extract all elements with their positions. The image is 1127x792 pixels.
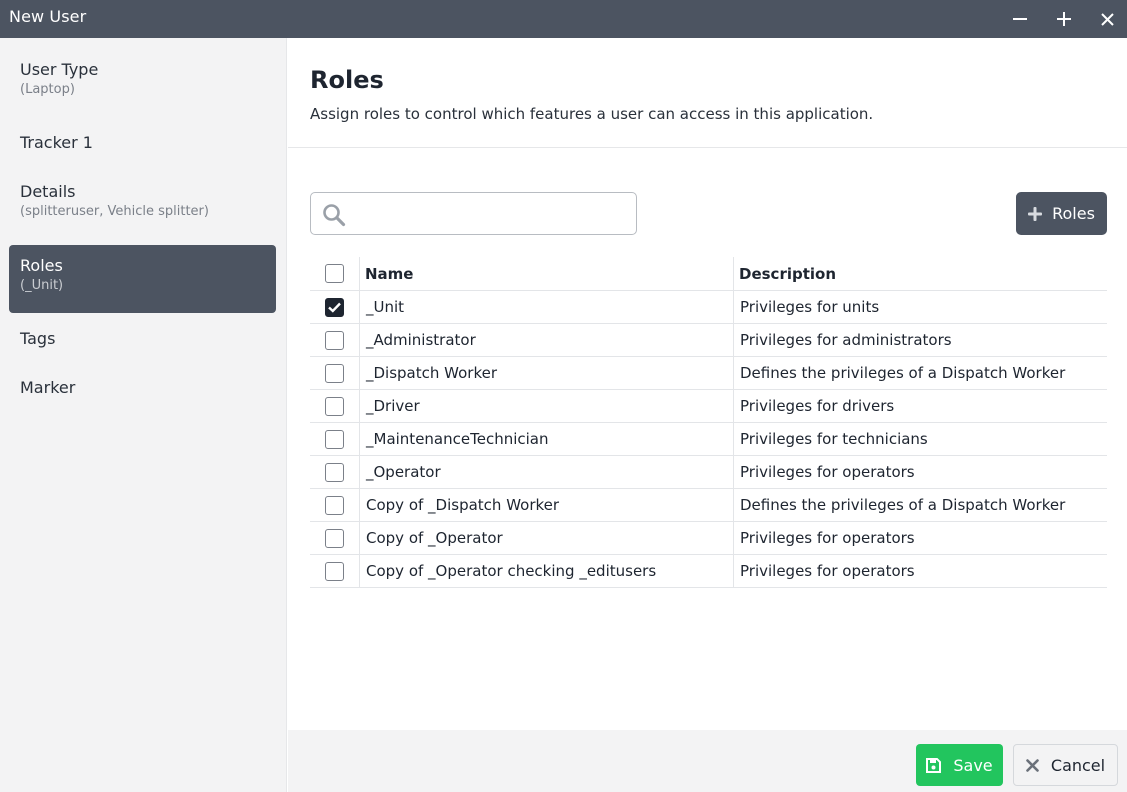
row-checkbox[interactable] bbox=[325, 462, 344, 482]
column-header-name[interactable]: Name bbox=[359, 257, 733, 290]
row-checkbox[interactable] bbox=[325, 297, 344, 317]
search-icon bbox=[323, 204, 346, 227]
row-checkbox[interactable] bbox=[325, 330, 344, 350]
role-description: Privileges for operators bbox=[733, 555, 1107, 587]
sidebar-item-label: Tags bbox=[20, 329, 56, 348]
sidebar-item-roles[interactable]: Roles (_Unit) bbox=[9, 245, 276, 313]
close-icon bbox=[1100, 12, 1114, 26]
title-bar: New User bbox=[0, 0, 1127, 38]
cancel-button[interactable]: Cancel bbox=[1013, 744, 1118, 786]
add-roles-label: Roles bbox=[1052, 204, 1095, 223]
sidebar-item-tracker[interactable]: Tracker 1 bbox=[9, 132, 276, 154]
role-name: _MaintenanceTechnician bbox=[359, 423, 733, 455]
sidebar-item-sublabel: (Laptop) bbox=[20, 82, 75, 97]
table-row[interactable]: Copy of _Operator Privileges for operato… bbox=[310, 522, 1107, 555]
role-name: _Administrator bbox=[359, 324, 733, 356]
row-checkbox[interactable] bbox=[325, 396, 344, 416]
row-checkbox[interactable] bbox=[325, 495, 344, 515]
role-name: _Unit bbox=[359, 291, 733, 323]
table-row[interactable]: _Unit Privileges for units bbox=[310, 291, 1107, 324]
close-button[interactable] bbox=[1093, 5, 1121, 33]
table-row[interactable]: _Driver Privileges for drivers bbox=[310, 390, 1107, 423]
save-label: Save bbox=[953, 755, 993, 775]
role-name: Copy of _Operator bbox=[359, 522, 733, 554]
maximize-button[interactable] bbox=[1050, 5, 1078, 33]
close-icon bbox=[1026, 758, 1039, 772]
minimize-button[interactable] bbox=[1006, 5, 1034, 33]
sidebar: User Type (Laptop) Tracker 1 Details (sp… bbox=[0, 38, 287, 792]
sidebar-item-sublabel: (_Unit) bbox=[20, 278, 64, 293]
roles-table: Name Description _Unit Privileges for un… bbox=[310, 257, 1107, 588]
role-description: Privileges for operators bbox=[733, 456, 1107, 488]
table-row[interactable]: _Operator Privileges for operators bbox=[310, 456, 1107, 489]
role-name: _Driver bbox=[359, 390, 733, 422]
table-row[interactable]: Copy of _Operator checking _editusers Pr… bbox=[310, 555, 1107, 588]
table-row[interactable]: Copy of _Dispatch Worker Defines the pri… bbox=[310, 489, 1107, 522]
sidebar-item-label: Tracker 1 bbox=[20, 133, 93, 152]
table-row[interactable]: _Dispatch Worker Defines the privileges … bbox=[310, 357, 1107, 390]
role-description: Privileges for administrators bbox=[733, 324, 1107, 356]
sidebar-item-user-type[interactable]: User Type (Laptop) bbox=[9, 59, 276, 99]
row-checkbox[interactable] bbox=[325, 561, 344, 581]
maximize-icon bbox=[1057, 12, 1071, 26]
sidebar-item-label: User Type bbox=[20, 60, 99, 79]
role-description: Defines the privileges of a Dispatch Wor… bbox=[733, 357, 1107, 389]
table-header-row: Name Description bbox=[310, 257, 1107, 291]
table-row[interactable]: _MaintenanceTechnician Privileges for te… bbox=[310, 423, 1107, 456]
sidebar-item-label: Details bbox=[20, 182, 76, 201]
cancel-label: Cancel bbox=[1050, 755, 1106, 775]
sidebar-item-label: Roles bbox=[20, 256, 63, 275]
role-name: _Dispatch Worker bbox=[359, 357, 733, 389]
sidebar-item-label: Marker bbox=[20, 378, 76, 397]
table-row[interactable]: _Administrator Privileges for administra… bbox=[310, 324, 1107, 357]
plus-icon bbox=[1028, 206, 1043, 221]
role-description: Privileges for units bbox=[733, 291, 1107, 323]
search-box[interactable] bbox=[310, 192, 637, 235]
role-description: Privileges for technicians bbox=[733, 423, 1107, 455]
section-header: Roles Assign roles to control which feat… bbox=[288, 38, 1127, 148]
row-checkbox[interactable] bbox=[325, 528, 344, 548]
role-description: Defines the privileges of a Dispatch Wor… bbox=[733, 489, 1107, 521]
role-description: Privileges for operators bbox=[733, 522, 1107, 554]
select-all-checkbox[interactable] bbox=[325, 264, 344, 283]
row-checkbox[interactable] bbox=[325, 363, 344, 383]
role-name: Copy of _Dispatch Worker bbox=[359, 489, 733, 521]
main-panel: Roles Assign roles to control which feat… bbox=[288, 38, 1127, 730]
sidebar-item-details[interactable]: Details (splitteruser, Vehicle splitter) bbox=[9, 181, 276, 221]
save-icon bbox=[926, 757, 942, 773]
sidebar-item-sublabel: (splitteruser, Vehicle splitter) bbox=[20, 204, 209, 219]
window-title: New User bbox=[9, 7, 87, 26]
page-description: Assign roles to control which features a… bbox=[310, 105, 874, 123]
checkmark-icon bbox=[328, 302, 341, 313]
column-header-description[interactable]: Description bbox=[733, 257, 1107, 290]
role-name: _Operator bbox=[359, 456, 733, 488]
save-button[interactable]: Save bbox=[916, 744, 1003, 786]
search-input[interactable] bbox=[355, 199, 625, 229]
minimize-icon bbox=[1013, 18, 1027, 20]
dialog-footer: Save Cancel bbox=[288, 730, 1127, 792]
add-roles-button[interactable]: Roles bbox=[1016, 192, 1107, 235]
page-title: Roles bbox=[310, 66, 384, 94]
row-checkbox[interactable] bbox=[325, 429, 344, 449]
sidebar-item-tags[interactable]: Tags bbox=[9, 328, 276, 350]
role-description: Privileges for drivers bbox=[733, 390, 1107, 422]
sidebar-item-marker[interactable]: Marker bbox=[9, 377, 276, 399]
role-name: Copy of _Operator checking _editusers bbox=[359, 555, 733, 587]
